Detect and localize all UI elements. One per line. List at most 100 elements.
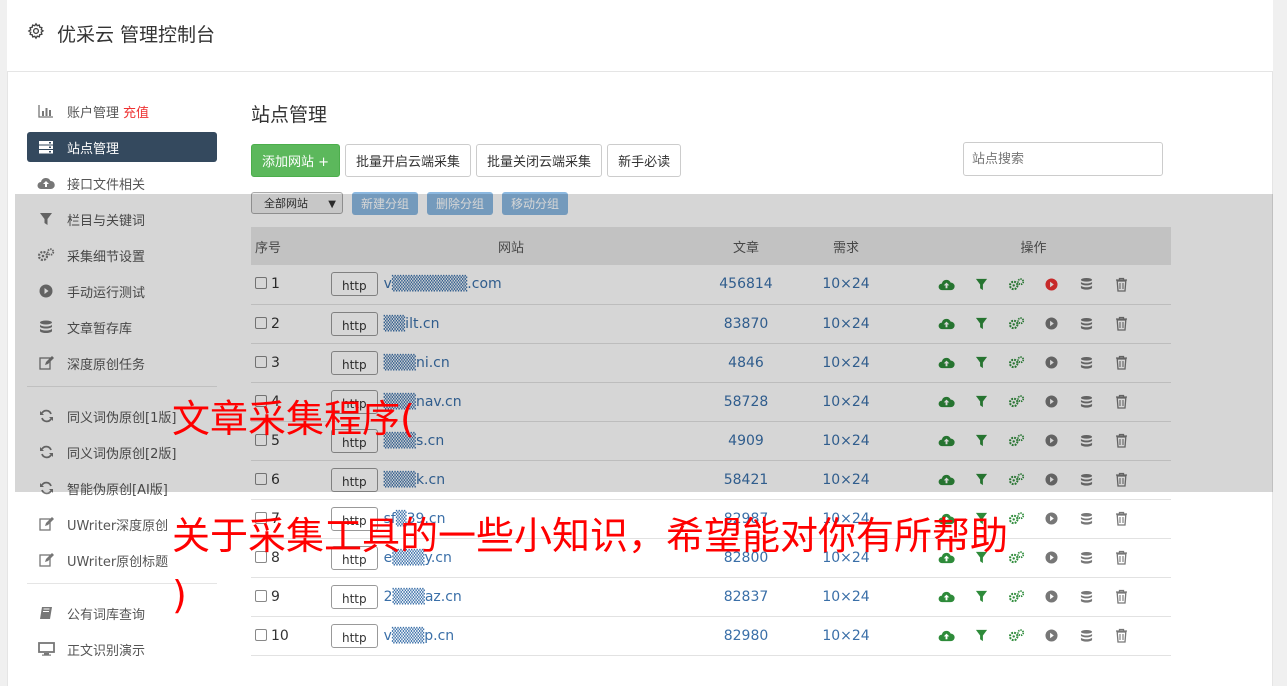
play-circle-icon[interactable] xyxy=(1042,588,1060,606)
cogs-icon[interactable] xyxy=(1007,588,1025,606)
database-icon[interactable] xyxy=(1077,510,1095,528)
trash-icon[interactable] xyxy=(1112,627,1130,645)
recharge-link[interactable]: 充值 xyxy=(123,102,149,121)
site-link[interactable]: v▒▒▒▒▒▒▒.com xyxy=(384,276,502,292)
row-checkbox[interactable] xyxy=(255,589,267,602)
play-circle-icon[interactable] xyxy=(1042,432,1060,450)
trash-icon[interactable] xyxy=(1112,315,1130,333)
articles-cell[interactable]: 82980 xyxy=(696,616,796,656)
http-button[interactable]: http xyxy=(331,467,378,492)
play-circle-icon[interactable] xyxy=(1042,471,1060,489)
database-icon[interactable] xyxy=(1077,393,1095,411)
group-select[interactable]: 全部网站 ▼ xyxy=(251,192,343,214)
articles-cell[interactable]: 4909 xyxy=(696,421,796,461)
play-circle-icon[interactable] xyxy=(1042,275,1060,293)
trash-icon[interactable] xyxy=(1112,393,1130,411)
cogs-icon[interactable] xyxy=(1007,275,1025,293)
filter-icon[interactable] xyxy=(972,393,990,411)
batch-disable-cloud-button[interactable]: 批量关闭云端采集 xyxy=(476,143,603,177)
cloud-upload-icon[interactable] xyxy=(937,354,955,372)
new-group-button[interactable]: 新建分组 xyxy=(352,191,419,215)
sidebar-item-b2[interactable]: 智能伪原创[AI版] xyxy=(27,473,217,503)
cloud-upload-icon[interactable] xyxy=(937,627,955,645)
http-button[interactable]: http xyxy=(331,311,378,336)
trash-icon[interactable] xyxy=(1112,354,1130,372)
trash-icon[interactable] xyxy=(1112,471,1130,489)
database-icon[interactable] xyxy=(1077,627,1095,645)
http-button[interactable]: http xyxy=(331,584,378,609)
database-icon[interactable] xyxy=(1077,315,1095,333)
move-group-button[interactable]: 移动分组 xyxy=(502,191,569,215)
batch-enable-cloud-button[interactable]: 批量开启云端采集 xyxy=(345,143,472,177)
articles-cell[interactable]: 82837 xyxy=(696,577,796,617)
filter-icon[interactable] xyxy=(972,315,990,333)
site-search-input[interactable] xyxy=(963,142,1163,176)
http-button[interactable]: http xyxy=(331,350,378,375)
trash-icon[interactable] xyxy=(1112,275,1130,293)
database-icon[interactable] xyxy=(1077,354,1095,372)
site-link[interactable]: v▒▒▒p.cn xyxy=(384,628,455,644)
articles-cell[interactable]: 58728 xyxy=(696,382,796,422)
sidebar-item-a0[interactable]: 账户管理 充值 xyxy=(27,96,217,126)
site-link[interactable]: ▒▒▒ni.cn xyxy=(384,355,450,371)
database-icon[interactable] xyxy=(1077,432,1095,450)
trash-icon[interactable] xyxy=(1112,588,1130,606)
filter-icon[interactable] xyxy=(972,275,990,293)
cloud-upload-icon[interactable] xyxy=(937,315,955,333)
cloud-upload-icon[interactable] xyxy=(937,471,955,489)
cogs-icon[interactable] xyxy=(1007,354,1025,372)
row-checkbox[interactable] xyxy=(255,277,267,290)
cogs-icon[interactable] xyxy=(1007,393,1025,411)
database-icon[interactable] xyxy=(1077,588,1095,606)
articles-cell[interactable]: 456814 xyxy=(696,265,796,305)
site-link[interactable]: ▒▒▒k.cn xyxy=(384,472,445,488)
row-checkbox[interactable] xyxy=(255,316,267,329)
filter-icon[interactable] xyxy=(972,471,990,489)
add-site-button[interactable]: 添加网站 + xyxy=(251,143,341,177)
row-checkbox[interactable] xyxy=(255,355,267,368)
database-icon[interactable] xyxy=(1077,549,1095,567)
cogs-icon[interactable] xyxy=(1007,432,1025,450)
delete-group-button[interactable]: 删除分组 xyxy=(427,191,494,215)
http-button[interactable]: http xyxy=(331,272,378,297)
cogs-icon[interactable] xyxy=(1007,510,1025,528)
filter-icon[interactable] xyxy=(972,354,990,372)
sidebar-item-a7[interactable]: 深度原创任务 xyxy=(27,348,217,378)
sidebar-item-a4[interactable]: 采集细节设置 xyxy=(27,240,217,270)
beginner-guide-button[interactable]: 新手必读 xyxy=(607,143,682,177)
sidebar-item-c1[interactable]: 正文识别演示 xyxy=(27,634,217,664)
play-circle-icon[interactable] xyxy=(1042,510,1060,528)
sidebar-item-a2[interactable]: 接口文件相关 xyxy=(27,168,217,198)
filter-icon[interactable] xyxy=(972,588,990,606)
cogs-icon[interactable] xyxy=(1007,549,1025,567)
filter-icon[interactable] xyxy=(972,432,990,450)
trash-icon[interactable] xyxy=(1112,510,1130,528)
http-button[interactable]: http xyxy=(331,623,378,648)
play-circle-icon[interactable] xyxy=(1042,627,1060,645)
sidebar-item-c0[interactable]: 公有词库查询 xyxy=(27,598,217,628)
cogs-icon[interactable] xyxy=(1007,315,1025,333)
sidebar-item-a6[interactable]: 文章暂存库 xyxy=(27,312,217,342)
play-circle-icon[interactable] xyxy=(1042,393,1060,411)
row-checkbox[interactable] xyxy=(255,628,267,641)
database-icon[interactable] xyxy=(1077,275,1095,293)
row-checkbox[interactable] xyxy=(255,472,267,485)
play-circle-icon[interactable] xyxy=(1042,549,1060,567)
sidebar-item-a1[interactable]: 站点管理 xyxy=(27,132,217,162)
cloud-upload-icon[interactable] xyxy=(937,393,955,411)
articles-cell[interactable]: 58421 xyxy=(696,460,796,500)
site-link[interactable]: 2▒▒▒az.cn xyxy=(384,589,462,605)
trash-icon[interactable] xyxy=(1112,549,1130,567)
cogs-icon[interactable] xyxy=(1007,627,1025,645)
cloud-upload-icon[interactable] xyxy=(937,275,955,293)
sidebar-item-a5[interactable]: 手动运行测试 xyxy=(27,276,217,306)
trash-icon[interactable] xyxy=(1112,432,1130,450)
play-circle-icon[interactable] xyxy=(1042,354,1060,372)
site-link[interactable]: ▒▒ilt.cn xyxy=(384,316,440,332)
articles-cell[interactable]: 83870 xyxy=(696,304,796,344)
cogs-icon[interactable] xyxy=(1007,471,1025,489)
cloud-upload-icon[interactable] xyxy=(937,432,955,450)
filter-icon[interactable] xyxy=(972,627,990,645)
cloud-upload-icon[interactable] xyxy=(937,588,955,606)
database-icon[interactable] xyxy=(1077,471,1095,489)
